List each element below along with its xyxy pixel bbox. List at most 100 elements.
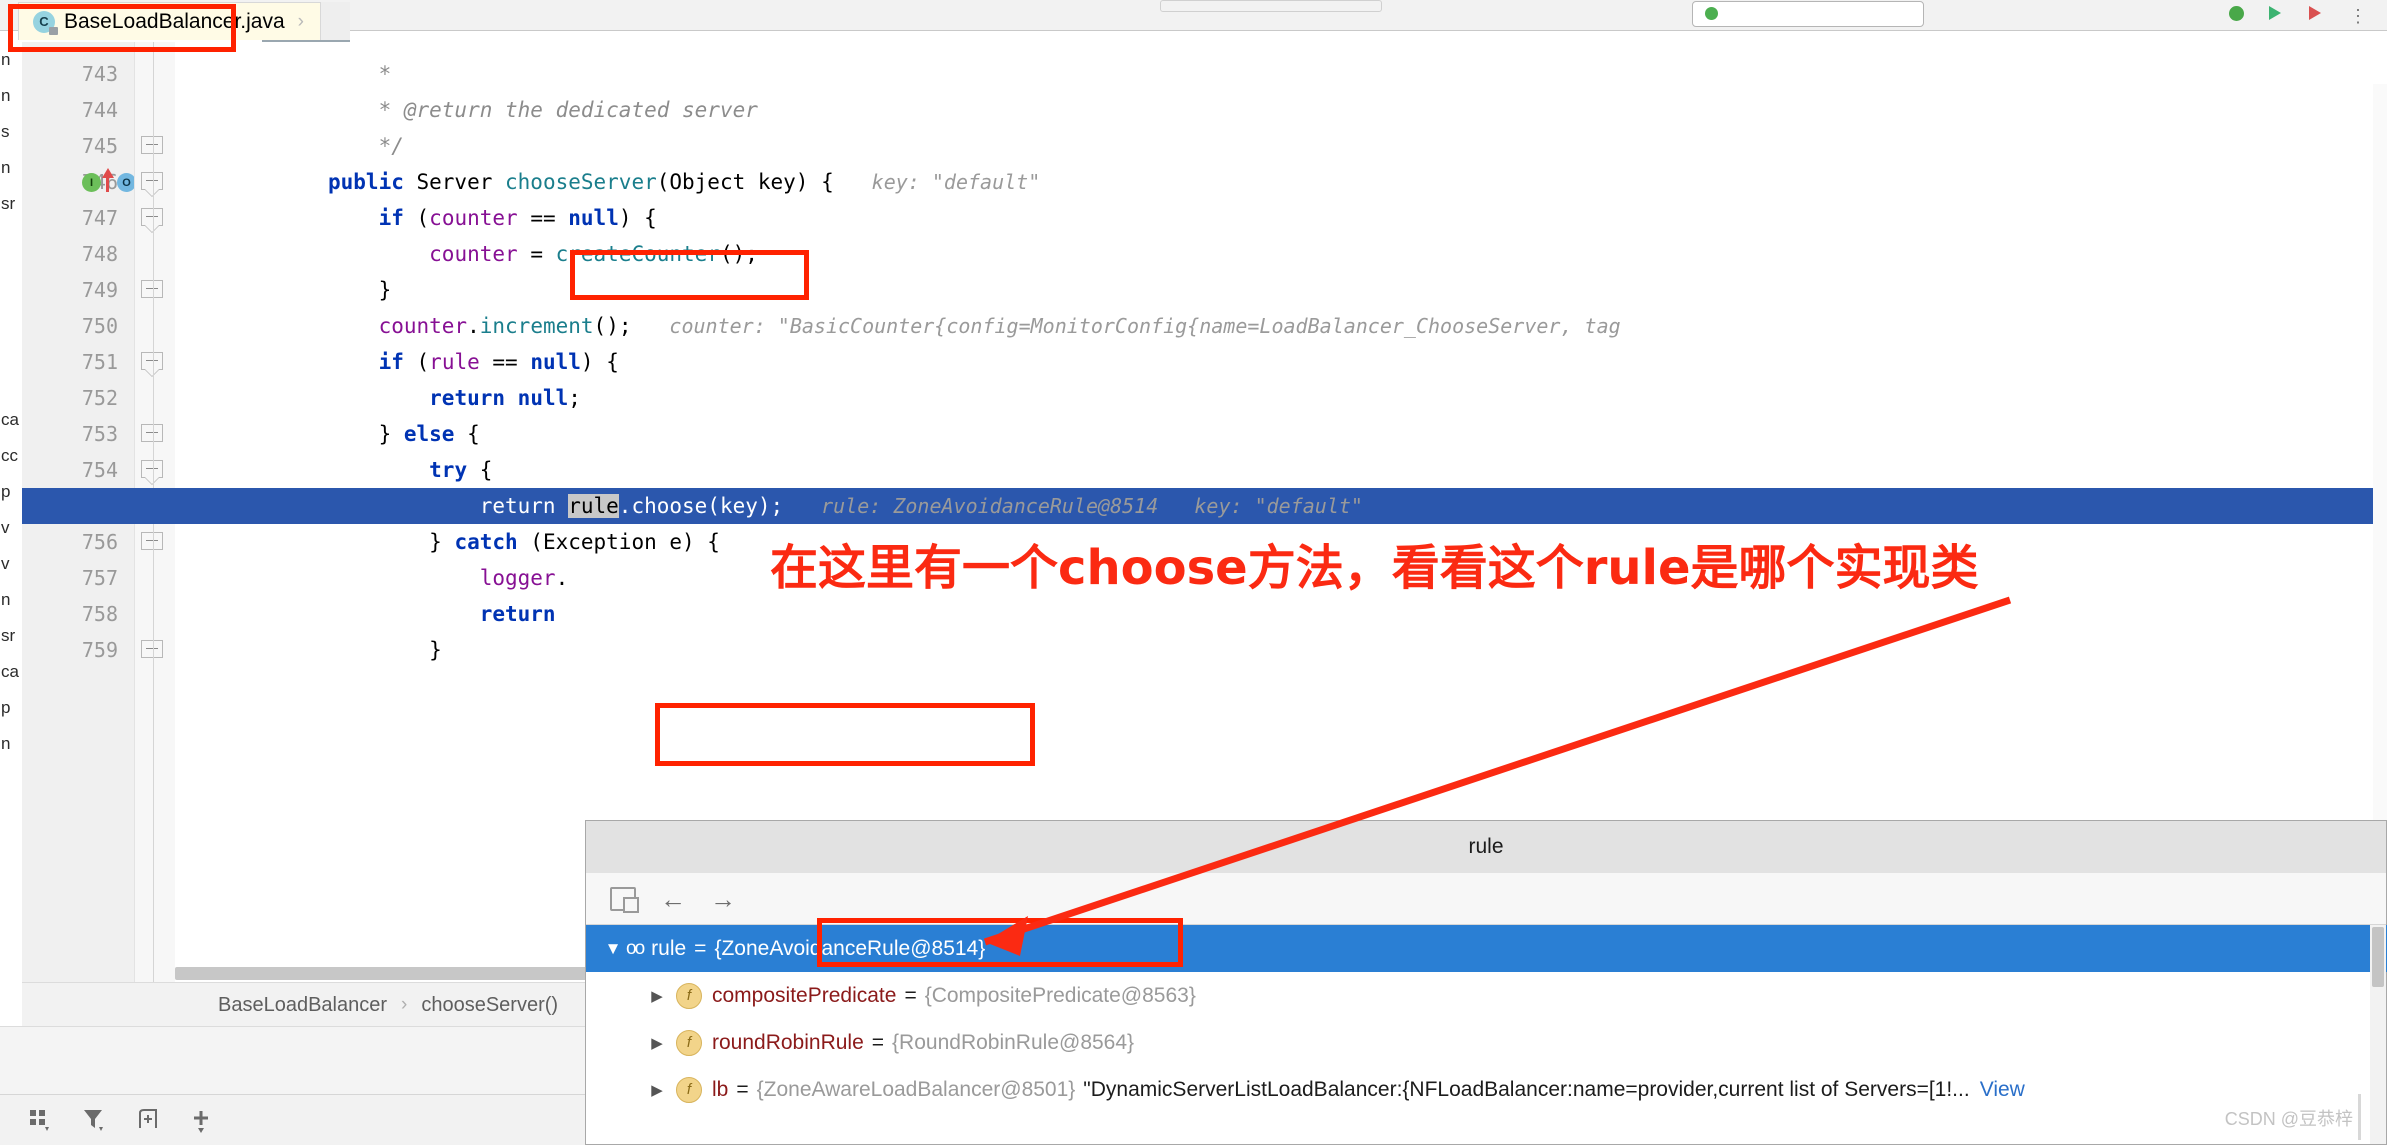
list-item: s (0, 114, 22, 150)
filter-icon[interactable] (80, 1106, 108, 1134)
plus-icon[interactable] (188, 1106, 216, 1134)
debugger-value-popup[interactable]: rule ← → ▼oorule={ZoneAvoidanceRule@8514… (585, 820, 2387, 1145)
variable-value: {ZoneAwareLoadBalancer@8501} (757, 1078, 1076, 1102)
equals-sign: = (872, 1031, 884, 1055)
variable-string-value: "DynamicServerListLoadBalancer:{NFLoadBa… (1083, 1078, 1969, 1102)
code-fold-end-icon[interactable] (141, 637, 163, 663)
annotation-box-zoneavoidance-value (817, 918, 1183, 967)
add-frame-icon[interactable] (134, 1106, 162, 1134)
project-tree-sliver[interactable]: n n s n sr ca cc p v v n sr ca p n (0, 42, 22, 1145)
code-fold-end-icon[interactable] (141, 421, 163, 447)
inline-debug-hint: key: "default" (872, 170, 1041, 194)
code-line[interactable]: } (328, 272, 391, 308)
implements-arrow-head-icon (102, 168, 114, 178)
popup-header: rule (586, 821, 2386, 874)
line-number: 759 (22, 632, 118, 668)
annotation-box-chooseserver (570, 250, 809, 300)
code-fold-end-icon[interactable] (141, 133, 163, 159)
view-value-link[interactable]: View (1980, 1078, 2025, 1102)
line-number: 751 (22, 344, 118, 380)
twisty-collapsed-icon[interactable]: ▶ (644, 987, 670, 1005)
equals-sign: = (694, 937, 706, 961)
implements-icon[interactable]: I (82, 173, 101, 192)
code-line[interactable]: */ (328, 128, 404, 164)
code-line[interactable]: } else { (328, 416, 480, 452)
code-line[interactable]: return rule.choose(key); rule: ZoneAvoid… (328, 488, 1363, 524)
line-number: 750 (22, 308, 118, 344)
code-line[interactable]: try { (328, 452, 492, 488)
inline-debug-hint: counter: "BasicCounter{config=MonitorCon… (669, 314, 1620, 338)
code-fold-start-icon[interactable] (141, 349, 163, 375)
code-line[interactable]: if (counter == null) { (328, 200, 657, 236)
field-icon: f (676, 1030, 702, 1056)
popup-scrollbar[interactable] (2370, 925, 2386, 1144)
forward-arrow-icon[interactable]: → (710, 886, 736, 912)
code-fold-end-icon[interactable] (141, 529, 163, 555)
watermark: CSDN @豆恭梓 (2225, 1105, 2353, 1131)
field-icon: f (676, 1077, 702, 1103)
layout-icon[interactable] (26, 1106, 54, 1134)
code-line[interactable]: logger. (328, 560, 568, 596)
list-item: n (0, 726, 22, 762)
popup-scrollbar-thumb[interactable] (2372, 927, 2384, 987)
list-item: n (0, 582, 22, 618)
object-ref-icon: oo (626, 938, 643, 960)
line-number: 757 (22, 560, 118, 596)
code-line[interactable]: * (328, 56, 391, 92)
editor-tab-strip: C BaseLoadBalancer.java › (18, 2, 2387, 42)
camera-icon[interactable] (610, 887, 636, 911)
list-item: n (0, 78, 22, 114)
back-arrow-icon[interactable]: ← (660, 886, 686, 912)
line-number: 745 (22, 128, 118, 164)
code-fold-end-icon[interactable] (141, 277, 163, 303)
popup-title: rule (1468, 835, 1503, 859)
list-item (0, 294, 22, 330)
list-item: p (0, 690, 22, 726)
line-number: 752 (22, 380, 118, 416)
line-number: 748 (22, 236, 118, 272)
line-number: 753 (22, 416, 118, 452)
code-fold-start-icon[interactable] (141, 457, 163, 483)
list-item: cc (0, 438, 22, 474)
code-line[interactable]: return (328, 596, 556, 632)
breadcrumb-method[interactable]: chooseServer() (421, 994, 558, 1017)
code-line[interactable]: } (328, 632, 442, 668)
variable-tree-row[interactable]: ▶fcompositePredicate={CompositePredicate… (586, 972, 2387, 1019)
chevron-right-icon[interactable]: › (298, 11, 304, 33)
line-number: 758 (22, 596, 118, 632)
list-item (0, 258, 22, 294)
variable-value: {RoundRobinRule@8564} (892, 1031, 1134, 1055)
list-item: ca (0, 402, 22, 438)
twisty-expanded-icon[interactable]: ▼ (600, 939, 626, 959)
variable-name: roundRobinRule (712, 1031, 864, 1055)
list-item: sr (0, 186, 22, 222)
list-item: v (0, 546, 22, 582)
code-line[interactable]: } catch (Exception e) { (328, 524, 720, 560)
code-fold-start-icon[interactable] (141, 205, 163, 231)
variable-name: compositePredicate (712, 984, 896, 1008)
annotation-box-tab (8, 4, 236, 52)
code-line[interactable]: if (rule == null) { (328, 344, 619, 380)
twisty-collapsed-icon[interactable]: ▶ (644, 1081, 670, 1099)
breadcrumb-class[interactable]: BaseLoadBalancer (218, 994, 387, 1017)
list-item (0, 330, 22, 366)
method-name-chooseserver: chooseServer (505, 170, 657, 194)
list-item: ca (0, 654, 22, 690)
list-item: v (0, 510, 22, 546)
debug-bottom-toolbar (0, 1094, 585, 1145)
code-line[interactable]: * @return the dedicated server (328, 92, 758, 128)
inline-debug-hint: rule: ZoneAvoidanceRule@8514 key: "defau… (821, 494, 1363, 518)
code-line[interactable]: return null; (328, 380, 581, 416)
code-line[interactable]: counter.increment(); counter: "BasicCoun… (328, 308, 1621, 344)
variable-name: lb (712, 1078, 728, 1102)
variable-tree-row[interactable]: ▶flb={ZoneAwareLoadBalancer@8501}"Dynami… (586, 1066, 2387, 1113)
twisty-collapsed-icon[interactable]: ▶ (644, 1034, 670, 1052)
equals-sign: = (904, 984, 916, 1008)
list-item (0, 222, 22, 258)
code-fold-start-icon[interactable] (141, 169, 163, 195)
annotation-box-rule-choose (655, 703, 1035, 766)
code-line[interactable]: public Server chooseServer(Object key) {… (328, 164, 1040, 200)
variable-tree-row[interactable]: ▶ f roundRobinRule = {RoundRobinRule@8564} (586, 1019, 2387, 1066)
implements-arrow-icon (106, 176, 109, 192)
list-item: sr (0, 618, 22, 654)
